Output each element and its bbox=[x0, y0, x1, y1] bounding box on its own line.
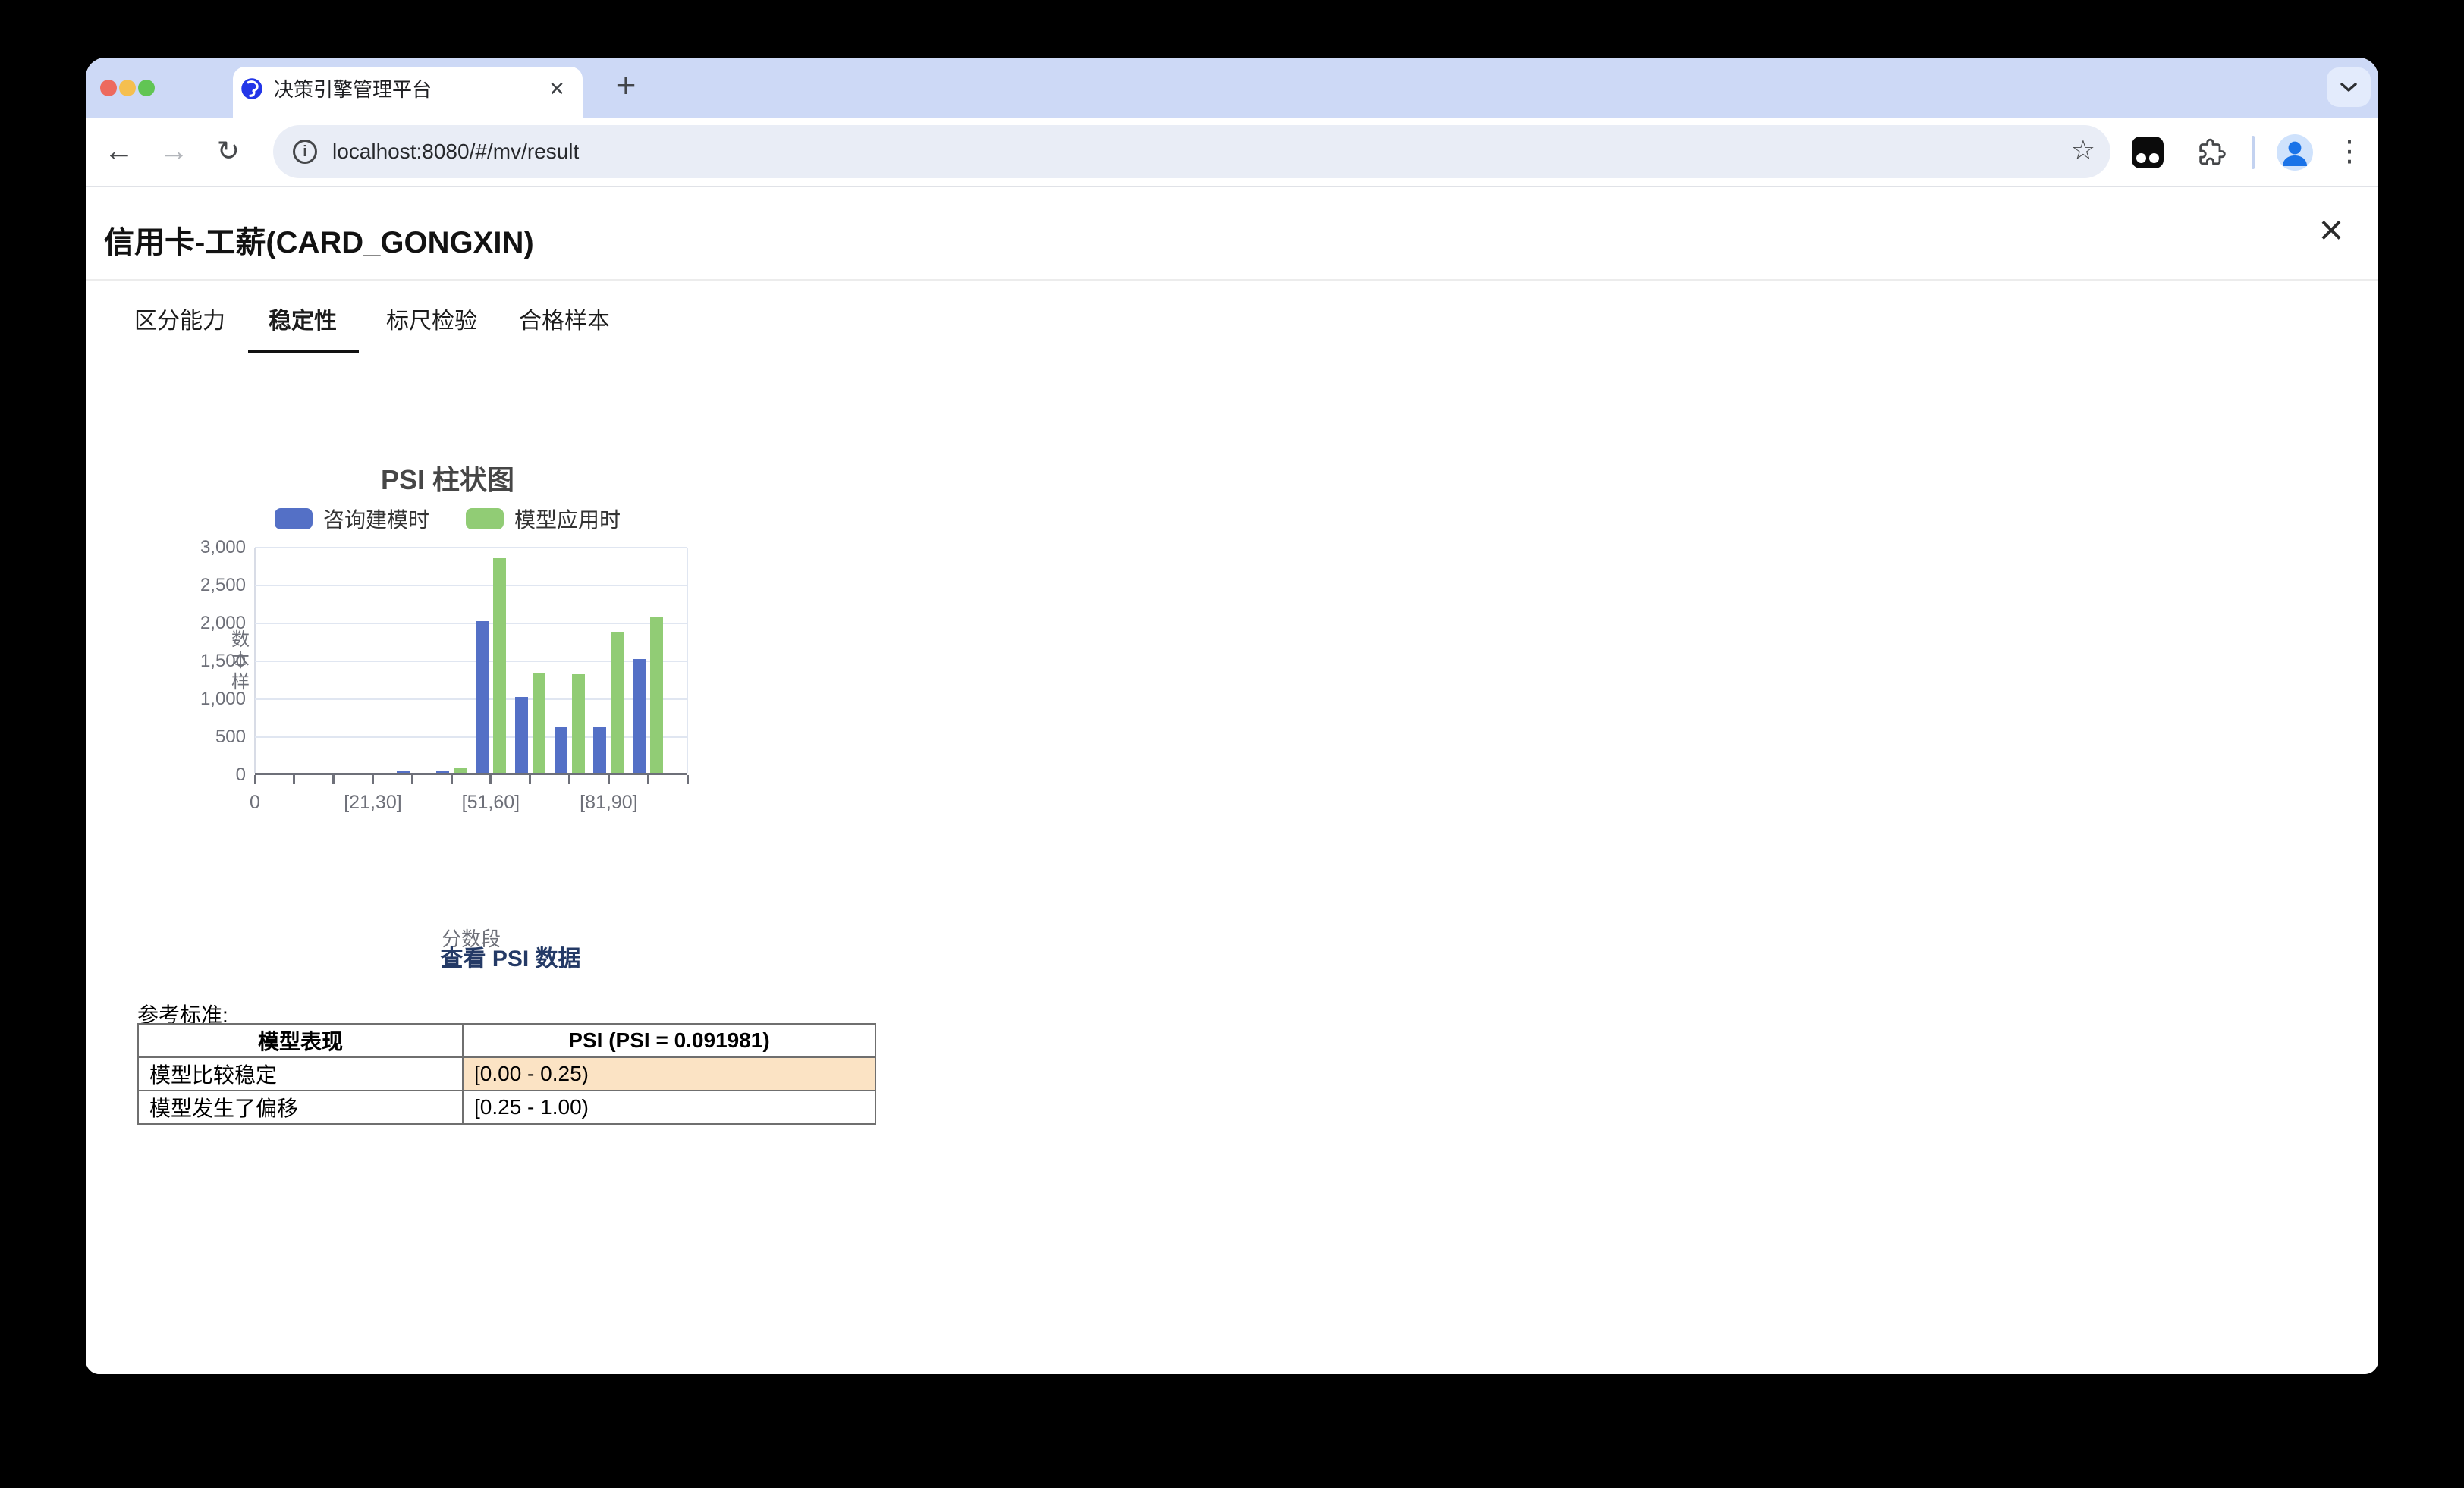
x-tick-label: 0 bbox=[190, 792, 319, 814]
psi-bar-chart: PSI 柱状图 咨询建模时 模型应用时 05001,0001,5002,0002… bbox=[205, 454, 721, 878]
tab-discrimination[interactable]: 区分能力 bbox=[134, 303, 225, 341]
profile-avatar[interactable] bbox=[2277, 134, 2313, 171]
x-tick-label: [21,30] bbox=[308, 792, 437, 814]
macos-zoom-button[interactable] bbox=[138, 80, 155, 96]
y-axis-name: 数 本 样 bbox=[229, 629, 252, 693]
grid-line bbox=[255, 585, 687, 586]
x-tick-mark bbox=[647, 775, 649, 784]
active-tab-underline bbox=[248, 350, 359, 353]
grid-line bbox=[255, 623, 687, 624]
x-tick-mark bbox=[608, 775, 610, 784]
page-content: 信用卡-工薪(CARD_GONGXIN) × 区分能力 稳定性 标尺检验 合格样… bbox=[86, 189, 2378, 1374]
new-tab-button[interactable]: + bbox=[603, 64, 649, 109]
tab-scale-check[interactable]: 标尺检验 bbox=[386, 303, 477, 341]
back-button[interactable]: ← bbox=[98, 118, 140, 186]
x-tick-mark bbox=[372, 775, 374, 784]
legend-item-applied[interactable]: 模型应用时 bbox=[466, 504, 621, 534]
plot-area: 05001,0001,5002,0002,5003,0000[21,30][51… bbox=[255, 548, 687, 775]
bar-baseline bbox=[593, 727, 606, 773]
y-tick-label: 3,000 bbox=[147, 537, 246, 558]
dark-extension-icon[interactable] bbox=[2132, 137, 2164, 168]
x-tick-mark bbox=[451, 775, 453, 784]
y-tick-label: 0 bbox=[147, 764, 246, 786]
x-tick-label: [51,60] bbox=[426, 792, 555, 814]
bar-baseline bbox=[555, 727, 567, 773]
x-tick-mark bbox=[489, 775, 492, 784]
browser-window: 决策引擎管理平台 × + ← → ↻ i localhost:8080/#/mv… bbox=[86, 58, 2378, 1374]
x-tick-label: [81,90] bbox=[544, 792, 673, 814]
extensions-puzzle-icon[interactable] bbox=[2196, 137, 2227, 168]
tab-stability[interactable]: 稳定性 bbox=[269, 303, 337, 341]
browser-tab[interactable]: 决策引擎管理平台 × bbox=[233, 67, 583, 118]
tab-strip: 决策引擎管理平台 × + bbox=[86, 58, 2378, 118]
browser-toolbar: ← → ↻ i localhost:8080/#/mv/result ☆ bbox=[86, 118, 2378, 187]
address-bar[interactable]: i localhost:8080/#/mv/result ☆ bbox=[273, 125, 2110, 178]
bar-applied bbox=[611, 632, 624, 773]
psi-reference-table: 模型表现 PSI (PSI = 0.091981) 模型比较稳定 [0.00 -… bbox=[137, 1023, 876, 1125]
table-header-row: 模型表现 PSI (PSI = 0.091981) bbox=[138, 1024, 875, 1057]
forward-button[interactable]: → bbox=[152, 118, 195, 186]
page-title: 信用卡-工薪(CARD_GONGXIN) bbox=[104, 218, 534, 262]
chart-legend: 咨询建模时 模型应用时 bbox=[205, 504, 690, 534]
bar-baseline bbox=[476, 621, 489, 773]
url-text[interactable]: localhost:8080/#/mv/result bbox=[332, 125, 579, 178]
x-tick-mark bbox=[254, 775, 256, 784]
reload-button[interactable]: ↻ bbox=[207, 118, 250, 186]
cell-performance: 模型比较稳定 bbox=[138, 1057, 463, 1091]
toolbar-divider bbox=[2252, 136, 2255, 169]
bar-applied bbox=[454, 768, 467, 773]
tab-close-icon[interactable]: × bbox=[549, 67, 564, 112]
table-row: 模型比较稳定 [0.00 - 0.25) bbox=[138, 1057, 875, 1091]
header-model-performance: 模型表现 bbox=[138, 1024, 463, 1057]
cell-psi-range: [0.00 - 0.25) bbox=[463, 1057, 875, 1091]
bar-baseline bbox=[633, 659, 646, 773]
tab-search-button[interactable] bbox=[2327, 67, 2371, 107]
macos-close-button[interactable] bbox=[100, 80, 117, 96]
bar-applied bbox=[533, 673, 545, 773]
view-psi-data-link[interactable]: 查看 PSI 数据 bbox=[374, 940, 647, 973]
bar-applied bbox=[650, 617, 663, 773]
legend-item-baseline[interactable]: 咨询建模时 bbox=[275, 504, 429, 534]
bookmark-star-icon[interactable]: ☆ bbox=[2071, 125, 2095, 178]
title-divider bbox=[86, 279, 2378, 281]
x-tick-mark bbox=[411, 775, 413, 784]
cell-psi-range: [0.25 - 1.00) bbox=[463, 1091, 875, 1124]
close-icon[interactable]: × bbox=[2308, 209, 2354, 254]
bar-baseline bbox=[436, 771, 449, 773]
header-psi: PSI (PSI = 0.091981) bbox=[463, 1024, 875, 1057]
bar-baseline bbox=[515, 697, 528, 773]
table-row: 模型发生了偏移 [0.25 - 1.00) bbox=[138, 1091, 875, 1124]
favicon-icon bbox=[240, 77, 263, 100]
x-tick-mark bbox=[332, 775, 335, 784]
chevron-down-icon bbox=[2340, 82, 2358, 93]
x-tick-mark bbox=[687, 775, 689, 784]
section-tabs: 区分能力 稳定性 标尺检验 合格样本 bbox=[86, 303, 2378, 356]
bar-baseline bbox=[397, 771, 410, 773]
y-tick-label: 2,500 bbox=[147, 575, 246, 596]
menu-kebab-icon[interactable]: ⋮ bbox=[2333, 118, 2366, 187]
macos-minimize-button[interactable] bbox=[119, 80, 136, 96]
bar-applied bbox=[572, 674, 585, 773]
y-tick-label: 500 bbox=[147, 727, 246, 748]
screen-background: 决策引擎管理平台 × + ← → ↻ i localhost:8080/#/mv… bbox=[0, 0, 2464, 1488]
site-info-icon[interactable]: i bbox=[293, 140, 317, 164]
bar-applied bbox=[493, 558, 506, 773]
tab-qualified-sample[interactable]: 合格样本 bbox=[519, 303, 610, 341]
x-tick-mark bbox=[293, 775, 295, 784]
x-tick-mark bbox=[529, 775, 531, 784]
tab-title: 决策引擎管理平台 bbox=[274, 67, 432, 112]
legend-swatch-green bbox=[466, 508, 504, 529]
chart-title: PSI 柱状图 bbox=[205, 458, 690, 498]
grid-line bbox=[255, 547, 687, 548]
cell-performance: 模型发生了偏移 bbox=[138, 1091, 463, 1124]
legend-swatch-blue bbox=[275, 508, 313, 529]
x-tick-mark bbox=[568, 775, 570, 784]
